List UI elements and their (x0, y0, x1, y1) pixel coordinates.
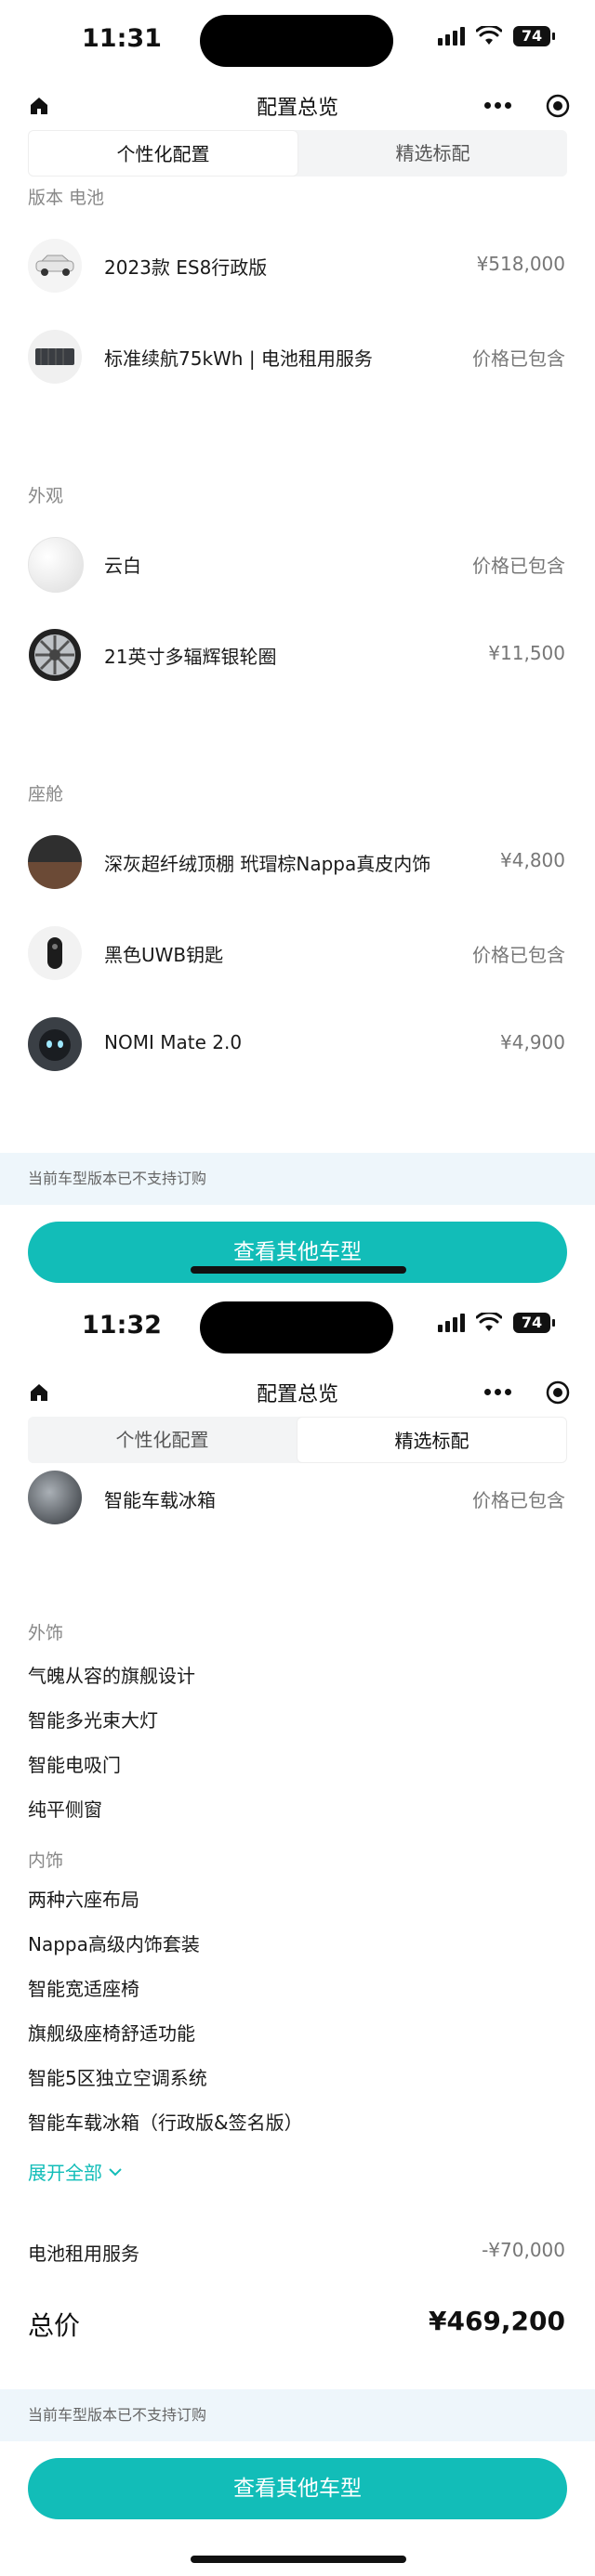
expand-all-label: 展开全部 (28, 2162, 102, 2184)
feature-item: 智能宽适座椅 (28, 1978, 139, 2000)
section-title-exterior-features: 外饰 (28, 1623, 64, 1643)
wheel-rim-icon (28, 628, 82, 682)
list-item[interactable]: 标准续航75kWh | 电池租用服务 价格已包含 (0, 311, 595, 402)
tab-standard-features[interactable]: 精选标配 (298, 130, 567, 177)
feature-item: 智能多光束大灯 (28, 1709, 158, 1732)
list-item[interactable]: 云白 价格已包含 (0, 518, 595, 609)
item-name: 深灰超纤绒顶棚 玳瑁棕Nappa真皮内饰 (104, 853, 431, 875)
more-icon[interactable] (484, 1389, 511, 1395)
status-bar: 11:31 74 (0, 0, 595, 80)
feature-item: Nappa高级内饰套装 (28, 1933, 200, 1955)
feature-item: 两种六座布局 (28, 1889, 139, 1911)
item-name: 云白 (104, 555, 141, 577)
feature-item: 智能5区独立空调系统 (28, 2067, 207, 2089)
battery-rent-value: -¥70,000 (482, 2239, 565, 2261)
fridge-thumbnail (28, 1471, 82, 1524)
interior-swatch (28, 835, 82, 889)
feature-item: 智能车载冰箱（行政版&签名版） (28, 2112, 303, 2134)
section-title-interior-features: 内饰 (28, 1850, 64, 1871)
battery-icon: 74 (513, 26, 555, 46)
list-item[interactable]: 黑色UWB钥匙 价格已包含 (0, 908, 595, 999)
item-price: 价格已包含 (472, 555, 565, 577)
tab-personalized-config[interactable]: 个性化配置 (28, 1417, 297, 1463)
nomi-robot-icon (28, 1017, 82, 1071)
nav-bar: 配置总览 (0, 80, 595, 130)
signal-icon (438, 27, 465, 46)
item-price: 价格已包含 (472, 347, 565, 370)
item-price: 价格已包含 (472, 944, 565, 966)
list-item[interactable]: 智能车载冰箱 价格已包含 (0, 1463, 595, 1554)
tab-bar: 个性化配置 精选标配 (28, 130, 567, 177)
item-price: ¥518,000 (476, 253, 565, 275)
status-icons: 74 (438, 1313, 555, 1333)
paint-swatch-white (28, 537, 84, 593)
home-indicator (191, 1266, 406, 1274)
battery-icon: 74 (513, 1313, 555, 1333)
feature-item: 智能电吸门 (28, 1754, 121, 1776)
expand-all-link[interactable]: 展开全部 (28, 2158, 595, 2185)
close-miniprogram-icon[interactable] (545, 93, 571, 119)
total-label: 总价 (28, 2310, 81, 2341)
tab-bar: 个性化配置 精选标配 (28, 1417, 567, 1463)
battery-rent-row: 电池租用服务 -¥70,000 (0, 2224, 595, 2280)
dynamic-island (200, 1301, 393, 1353)
list-item[interactable]: 2023款 ES8行政版 ¥518,000 (0, 220, 595, 311)
dynamic-island (200, 15, 393, 67)
tab-standard-features[interactable]: 精选标配 (297, 1417, 567, 1463)
screenshot-2: 11:32 74 配置总览 个性化配置 精选标配 智能车载冰箱 价格已包含 外饰… (0, 1287, 595, 2576)
item-name: 21英寸多辐辉银轮圈 (104, 646, 277, 668)
list-item[interactable]: NOMI Mate 2.0 ¥4,900 (0, 999, 595, 1090)
item-name: 智能车载冰箱 (104, 1489, 216, 1511)
chevron-down-icon (109, 2167, 122, 2176)
more-icon[interactable] (484, 102, 511, 109)
signal-icon (438, 1314, 465, 1332)
battery-pack-thumbnail (28, 330, 82, 384)
item-name: 标准续航75kWh | 电池租用服务 (104, 347, 373, 370)
battery-rent-label: 电池租用服务 (28, 2243, 139, 2265)
item-name: 2023款 ES8行政版 (104, 256, 268, 279)
view-other-models-button[interactable]: 查看其他车型 (28, 2458, 567, 2519)
car-thumbnail (28, 239, 82, 293)
tab-personalized-config[interactable]: 个性化配置 (28, 130, 298, 177)
section-title-exterior: 外观 (28, 486, 64, 506)
wifi-icon (476, 26, 502, 45)
total-price-row: 总价 ¥469,200 (0, 2296, 595, 2352)
key-fob-icon (28, 926, 82, 980)
feature-item: 气魄从容的旗舰设计 (28, 1665, 195, 1687)
wifi-icon (476, 1313, 502, 1331)
item-price: ¥11,500 (488, 642, 565, 664)
section-title-cabin: 座舱 (28, 784, 64, 804)
unavailable-notice: 当前车型版本已不支持订购 (0, 2389, 595, 2441)
item-name: NOMI Mate 2.0 (104, 1031, 243, 1053)
unavailable-notice: 当前车型版本已不支持订购 (0, 1153, 595, 1205)
view-other-models-button[interactable]: 查看其他车型 (28, 1222, 567, 1283)
status-time: 11:32 (82, 1311, 162, 1340)
list-item[interactable]: 深灰超纤绒顶棚 玳瑁棕Nappa真皮内饰 ¥4,800 (0, 817, 595, 908)
item-price: 价格已包含 (472, 1489, 565, 1511)
item-name: 黑色UWB钥匙 (104, 944, 224, 966)
section-title-version-battery: 版本 电池 (28, 188, 105, 208)
close-miniprogram-icon[interactable] (545, 1380, 571, 1406)
status-bar: 11:32 74 (0, 1287, 595, 1366)
status-icons: 74 (438, 26, 555, 46)
status-time: 11:31 (82, 24, 162, 53)
item-price: ¥4,800 (500, 849, 565, 871)
feature-item: 纯平侧窗 (28, 1798, 102, 1821)
total-value: ¥469,200 (428, 2306, 565, 2336)
nav-bar: 配置总览 (0, 1366, 595, 1417)
home-indicator (191, 2556, 406, 2563)
item-price: ¥4,900 (500, 1031, 565, 1053)
list-item[interactable]: 21英寸多辐辉银轮圈 ¥11,500 (0, 609, 595, 700)
screenshot-1: 11:31 74 配置总览 个性化配置 精选标配 版本 电池 2023款 ES8… (0, 0, 595, 1287)
feature-item: 旗舰级座椅舒适功能 (28, 2022, 195, 2045)
